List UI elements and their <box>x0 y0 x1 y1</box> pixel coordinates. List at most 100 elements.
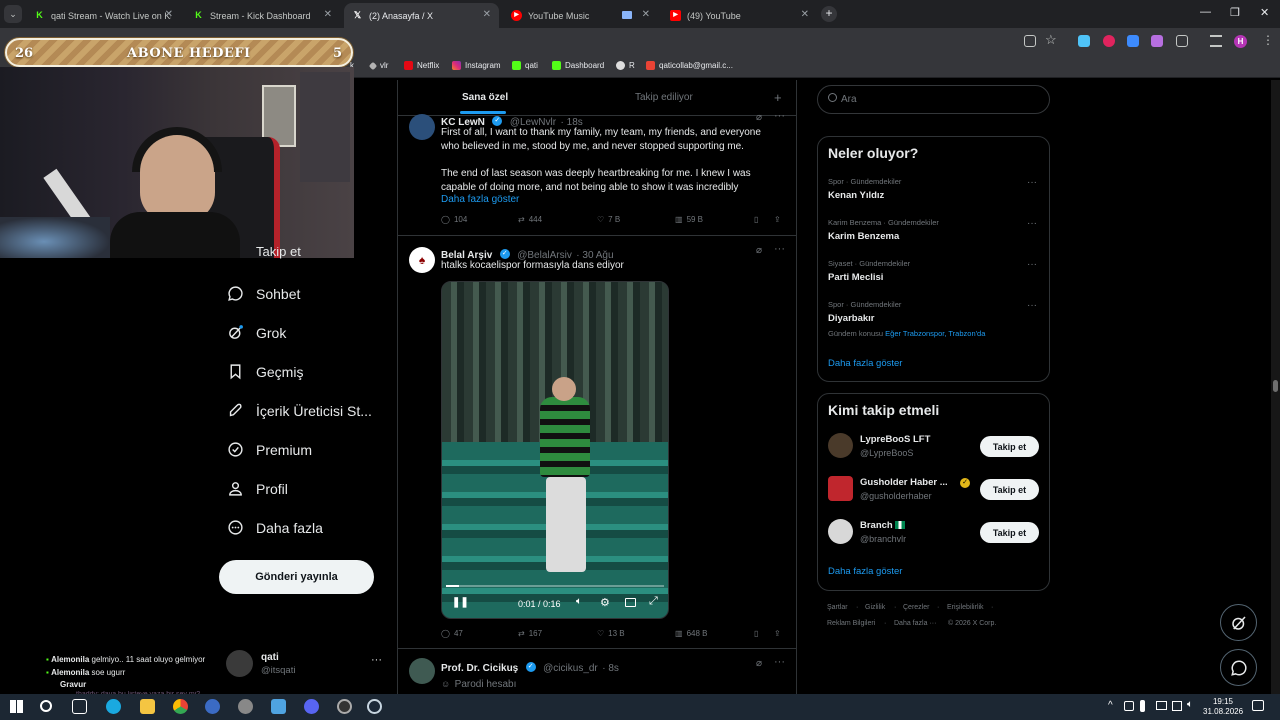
display-icon[interactable] <box>1156 701 1167 710</box>
tab-youtube[interactable]: ▶ (49) YouTube ✕ <box>662 3 817 28</box>
nav-item-bookmarks[interactable]: Geçmiş <box>227 363 303 380</box>
tweet[interactable]: KC LewN ✓ @LewNvlr · 18s ⌀ ··· First of … <box>398 110 796 236</box>
obs-icon[interactable] <box>337 699 352 714</box>
avatar[interactable]: H <box>1234 35 1247 48</box>
messages-fab-button[interactable] <box>1220 649 1257 686</box>
extension-icon[interactable] <box>1127 35 1139 47</box>
volume-icon[interactable]: 🔈︎ <box>1187 699 1193 710</box>
more-dots-icon[interactable]: ··· <box>1027 177 1037 188</box>
task-view-icon[interactable] <box>72 699 87 714</box>
search-icon[interactable] <box>40 700 52 712</box>
like-button[interactable]: ♡ 13 B <box>597 629 625 638</box>
follow-button[interactable]: Takip et <box>980 522 1039 543</box>
reply-button[interactable]: ◯ 47 <box>441 629 463 638</box>
nav-item-chat[interactable]: Sohbet <box>227 285 300 302</box>
reply-button[interactable]: ◯ 104 <box>441 215 467 224</box>
picture-in-picture-icon[interactable] <box>625 598 636 607</box>
nav-item-more[interactable]: Daha fazla <box>227 519 323 536</box>
extension-icon[interactable] <box>1151 35 1163 47</box>
tab-following[interactable]: Takip ediliyor <box>635 92 693 103</box>
app-icon[interactable] <box>205 699 220 714</box>
video-progress-track[interactable] <box>446 585 664 587</box>
more-dots-icon[interactable]: ··· <box>1027 259 1037 270</box>
minimize-icon[interactable]: — <box>1200 6 1211 18</box>
close-tab-icon[interactable]: ✕ <box>483 9 491 20</box>
add-tab-icon[interactable]: + <box>774 90 782 105</box>
tray-icon[interactable] <box>1124 701 1134 711</box>
puzzle-icon[interactable] <box>1176 35 1188 47</box>
file-explorer-icon[interactable] <box>140 699 155 714</box>
more-dots-icon[interactable]: ··· <box>774 110 785 122</box>
star-icon[interactable]: ☆ <box>1045 32 1057 48</box>
new-tab-button[interactable]: + <box>821 6 837 22</box>
bookmark-qati[interactable]: qati <box>512 61 538 70</box>
share-icon[interactable]: ⇪ <box>774 629 781 638</box>
grok-fab-button[interactable] <box>1220 604 1257 641</box>
nav-item-premium[interactable]: Premium <box>227 441 312 458</box>
app-icon[interactable] <box>271 699 286 714</box>
menu-icon[interactable]: ⋮ <box>1262 33 1274 47</box>
close-tab-icon[interactable]: ✕ <box>165 9 173 20</box>
nav-item-creator-studio[interactable]: İçerik Üreticisi St... <box>227 402 372 419</box>
bookmark-instagram[interactable]: Instagram <box>452 61 501 70</box>
more-dots-icon[interactable]: ··· <box>1027 300 1037 311</box>
close-window-icon[interactable]: ✕ <box>1260 6 1269 19</box>
repost-button[interactable]: ⇄ 167 <box>518 629 542 638</box>
bookmark-gmail[interactable]: qaticollab@gmail.c... <box>646 61 733 70</box>
page-scrollbar[interactable] <box>1271 80 1280 694</box>
follow-button[interactable]: Takip et <box>980 436 1039 457</box>
scrollbar-thumb[interactable] <box>1273 380 1278 392</box>
account-switcher[interactable]: qati @itsqati ··· <box>226 650 386 682</box>
tab-x-home[interactable]: 𝕏 (2) Anasayfa / X ✕ <box>344 3 499 28</box>
like-button[interactable]: ♡ 7 B <box>597 215 620 224</box>
follow-suggestion[interactable]: Branch @branchvlr Takip et <box>818 518 1049 554</box>
nav-item-profile[interactable]: Profil <box>227 480 288 497</box>
post-button[interactable]: Gönderi yayınla <box>219 560 374 594</box>
more-dots-icon[interactable]: ··· <box>774 656 785 668</box>
trend-item[interactable]: Spor · Gündemdekiler Kenan Yıldız ··· <box>818 173 1049 211</box>
settings-icon[interactable]: ⚙︎ <box>600 596 610 609</box>
extension-icon[interactable] <box>1078 35 1090 47</box>
show-more-link[interactable]: Daha fazla göster <box>828 566 902 577</box>
show-more-link[interactable]: Daha fazla göster <box>441 194 519 205</box>
nav-follow-partial[interactable]: Takip et <box>227 247 301 259</box>
volume-icon[interactable]: 🔈︎ <box>576 596 582 607</box>
tab-kick-stream[interactable]: K qati Stream - Watch Live on Kick ✕ <box>26 3 181 28</box>
show-more-link[interactable]: Daha fazla göster <box>828 358 902 369</box>
tweet[interactable]: Prof. Dr. Cicikuş ✓ @cicikus_dr · 8s ⌀ ·… <box>398 650 796 694</box>
follow-suggestion[interactable]: Gusholder Haber ... ✓ @gusholderhaber Ta… <box>818 475 1049 511</box>
bookmark-vlr[interactable]: vlr <box>368 61 388 70</box>
discord-icon[interactable] <box>304 699 319 714</box>
trend-item[interactable]: Spor · Gündemdekiler Diyarbakır ··· Günd… <box>818 297 1049 342</box>
cast-icon[interactable] <box>1024 35 1036 47</box>
restore-icon[interactable]: ❐ <box>1230 6 1240 19</box>
bookmark-icon[interactable]: ▯ <box>754 215 758 224</box>
nav-item-grok[interactable]: Grok <box>227 324 286 341</box>
steam-icon[interactable] <box>367 699 382 714</box>
follow-suggestion[interactable]: LypreBooS LFT @LypreBooS Takip et <box>818 432 1049 468</box>
clock[interactable]: 19:15 31.08.2026 <box>1203 697 1243 717</box>
network-icon[interactable] <box>1172 701 1182 711</box>
tab-for-you[interactable]: Sana özel <box>462 92 508 103</box>
grok-icon[interactable]: ⌀ <box>756 658 762 669</box>
close-tab-icon[interactable]: ✕ <box>801 9 809 20</box>
follow-button[interactable]: Takip et <box>980 479 1039 500</box>
notifications-icon[interactable] <box>1252 700 1264 711</box>
tab-kick-dashboard[interactable]: K Stream - Kick Dashboard ✕ <box>185 3 340 28</box>
edge-icon[interactable] <box>106 699 121 714</box>
chrome-icon[interactable] <box>173 699 188 714</box>
tab-youtube-music[interactable]: ▶ YouTube Music ✕ <box>503 3 658 28</box>
tray-chevron-icon[interactable]: ^ <box>1108 700 1113 711</box>
bookmark-r[interactable]: R <box>616 61 635 70</box>
tweet[interactable]: ♠ Belal Arşiv ✓ @BelalArsiv · 30 Ağu ⌀ ·… <box>398 237 796 649</box>
repost-button[interactable]: ⇄ 444 <box>518 215 542 224</box>
extension-icon[interactable] <box>1103 35 1115 47</box>
tab-search-button[interactable]: ⌄ <box>4 5 22 23</box>
network-icon[interactable] <box>1140 700 1145 712</box>
windows-start-icon[interactable] <box>10 700 23 713</box>
grok-icon[interactable]: ⌀ <box>756 245 762 256</box>
views-button[interactable]: ▥ 648 B <box>675 629 707 638</box>
more-dots-icon[interactable]: ··· <box>371 654 382 666</box>
fullscreen-icon[interactable]: ⤢ <box>649 595 658 608</box>
share-icon[interactable]: ⇪ <box>774 215 781 224</box>
